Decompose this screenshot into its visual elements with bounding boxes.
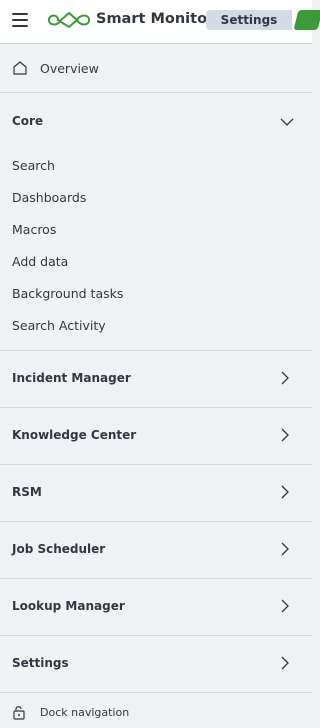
section-header[interactable]: Job Scheduler <box>0 522 312 578</box>
infinity-logo[interactable] <box>47 10 91 30</box>
nav-section-lookup-manager[interactable]: Lookup Manager <box>0 579 312 636</box>
dock-navigation-button[interactable]: Dock navigation <box>0 693 312 728</box>
chevron-right-icon <box>281 371 289 385</box>
nav-section-incident-manager[interactable]: Incident Manager <box>0 351 312 408</box>
section-header[interactable]: Settings <box>0 636 312 692</box>
chevron-right-icon <box>281 542 289 556</box>
home-icon <box>13 61 27 75</box>
nav-item-label: Overview <box>40 61 99 76</box>
chevron-down-icon <box>280 118 294 126</box>
top-bar: Smart Monitor Settings <box>0 0 320 44</box>
section-title: RSM <box>12 485 42 499</box>
chevron-right-icon <box>281 428 289 442</box>
section-title: Settings <box>12 656 69 670</box>
section-header[interactable]: RSM <box>0 465 312 521</box>
section-title: Lookup Manager <box>12 599 125 613</box>
chevron-right-icon <box>281 656 289 670</box>
section-header[interactable]: Lookup Manager <box>0 579 312 635</box>
section-title: Knowledge Center <box>12 428 137 442</box>
dock-navigation-label: Dock navigation <box>40 706 130 719</box>
section-title: Incident Manager <box>12 371 131 385</box>
chevron-right-icon <box>281 485 289 499</box>
section-header-core[interactable]: Core <box>0 94 312 150</box>
section-header[interactable]: Incident Manager <box>0 351 312 407</box>
nav-item-overview[interactable]: Overview <box>0 45 312 93</box>
nav-item-add-data[interactable]: Add data <box>12 254 68 269</box>
chevron-right-icon <box>281 599 289 613</box>
nav-item-background-tasks[interactable]: Background tasks <box>12 286 123 301</box>
nav-item-search[interactable]: Search <box>12 158 55 173</box>
breadcrumb-settings[interactable]: Settings <box>206 10 292 30</box>
app-title[interactable]: Smart Monitor <box>96 11 214 27</box>
nav-section-core: Core Search Dashboards Macros Add data B… <box>0 94 312 351</box>
nav-section-knowledge-center[interactable]: Knowledge Center <box>0 408 312 465</box>
lock-icon <box>13 706 25 720</box>
nav-item-dashboards[interactable]: Dashboards <box>12 190 86 205</box>
hamburger-icon[interactable] <box>12 13 28 27</box>
nav-section-rsm[interactable]: RSM <box>0 465 312 522</box>
section-title: Core <box>12 114 44 128</box>
nav-section-settings[interactable]: Settings <box>0 636 312 693</box>
nav-item-macros[interactable]: Macros <box>12 222 56 237</box>
nav-item-search-activity[interactable]: Search Activity <box>12 318 106 333</box>
nav-section-job-scheduler[interactable]: Job Scheduler <box>0 522 312 579</box>
section-header[interactable]: Knowledge Center <box>0 408 312 464</box>
section-title: Job Scheduler <box>12 542 106 556</box>
breadcrumb-active-tab[interactable] <box>293 10 320 30</box>
